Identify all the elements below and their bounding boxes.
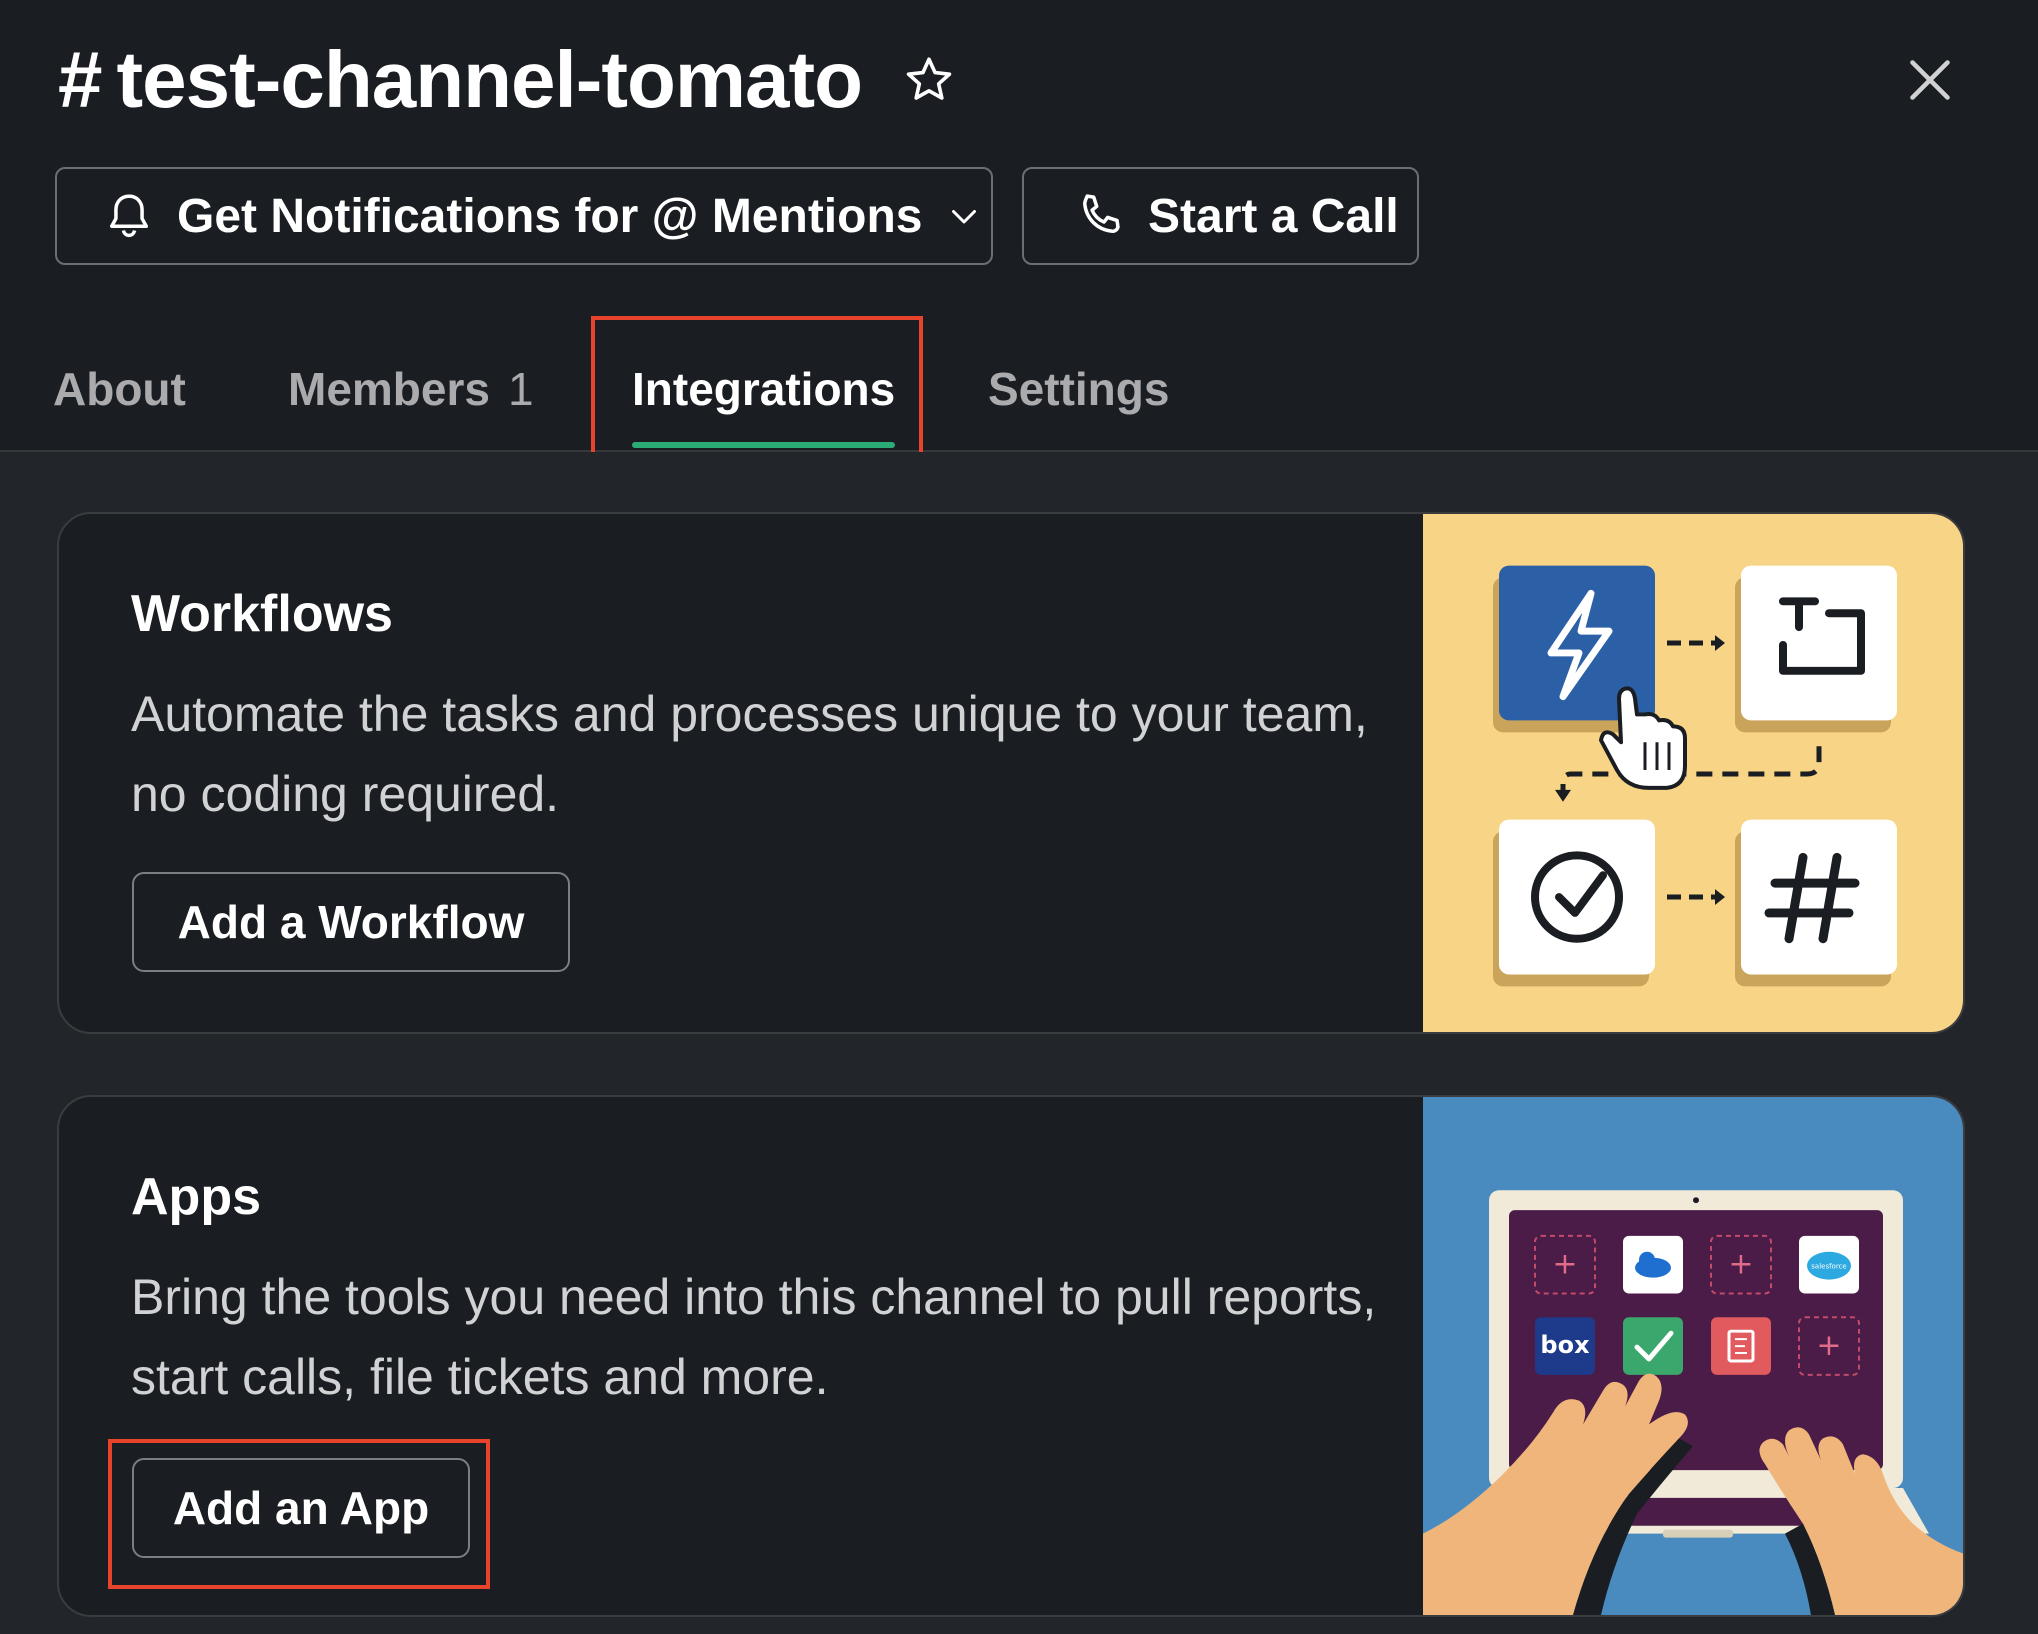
title-row: # test-channel-tomato (58, 20, 956, 140)
tab-settings-label: Settings (988, 363, 1170, 415)
tab-integrations[interactable]: Integrations (632, 330, 896, 448)
notifications-button[interactable]: Get Notifications for @ Mentions (55, 167, 993, 265)
channel-hash: # (58, 35, 103, 124)
tab-members[interactable]: Members 1 (288, 330, 534, 448)
star-icon[interactable] (902, 53, 956, 107)
add-app-button[interactable]: Add an App (132, 1458, 470, 1558)
tab-bar: About Members 1 Integrations Settings (0, 330, 2038, 452)
apps-illustration: + + salesforce box + (1423, 1097, 1963, 1615)
box-tile-text: box (1540, 1331, 1590, 1359)
active-tab-underline (632, 442, 896, 448)
apps-card: Apps Bring the tools you need into this … (57, 1095, 1965, 1617)
tab-settings[interactable]: Settings (988, 330, 1169, 448)
bell-icon (101, 188, 157, 244)
tab-about[interactable]: About (53, 330, 186, 448)
svg-text:+: + (1552, 1247, 1577, 1282)
close-icon[interactable] (1900, 50, 1960, 110)
workflows-title: Workflows (131, 585, 393, 643)
svg-text:+: + (1728, 1247, 1753, 1282)
workflows-description: Automate the tasks and processes unique … (131, 686, 1368, 822)
apps-title: Apps (131, 1168, 261, 1226)
tab-integrations-label: Integrations (632, 363, 896, 415)
notifications-label: Get Notifications for @ Mentions (177, 189, 923, 243)
salesforce-tile-text: salesforce (1811, 1263, 1846, 1271)
channel-title: test-channel-tomato (116, 35, 863, 124)
phone-icon (1072, 188, 1128, 244)
start-call-label: Start a Call (1148, 189, 1399, 243)
workflow-illustration (1423, 514, 1963, 1032)
svg-text:+: + (1816, 1328, 1841, 1363)
tab-about-label: About (53, 363, 186, 415)
channel-header: # test-channel-tomato Get Notifications … (0, 0, 2038, 452)
add-workflow-button[interactable]: Add a Workflow (132, 872, 570, 972)
start-call-button[interactable]: Start a Call (1022, 167, 1419, 265)
apps-description: Bring the tools you need into this chann… (131, 1269, 1377, 1405)
chevron-down-icon (946, 198, 982, 234)
workflows-card: Workflows Automate the tasks and process… (57, 512, 1965, 1034)
tab-members-label: Members (288, 363, 490, 415)
members-count: 1 (507, 363, 534, 415)
